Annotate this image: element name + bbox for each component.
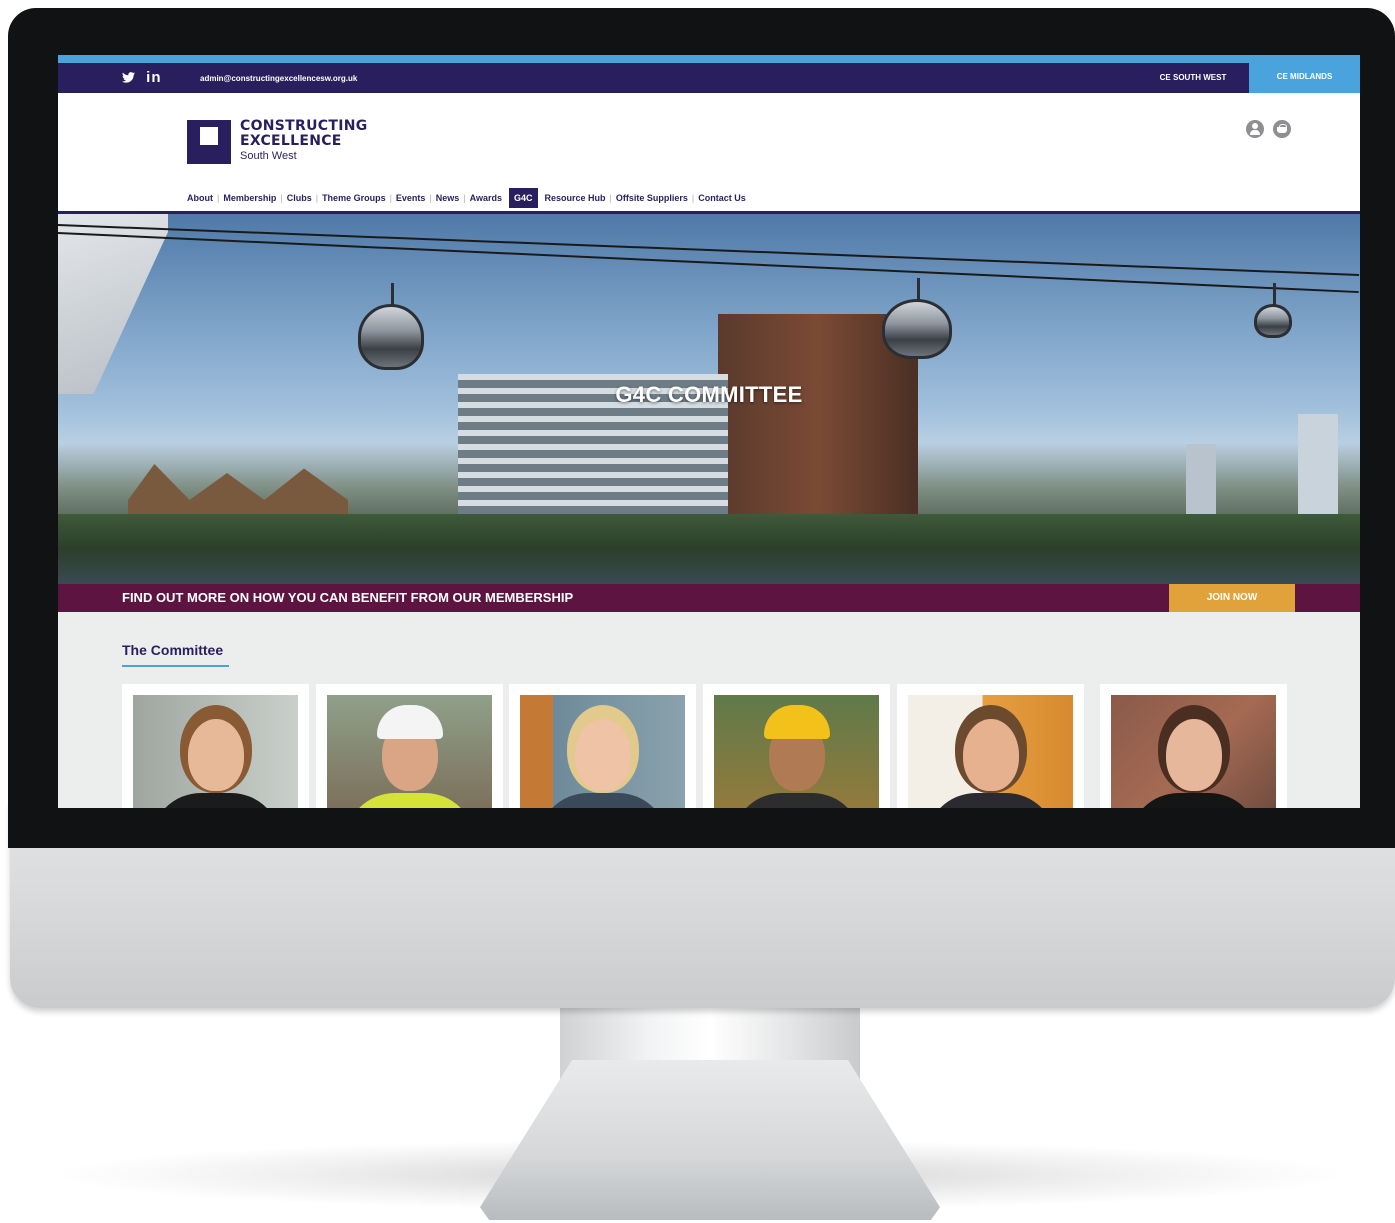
committee-underline — [122, 665, 229, 667]
member-photo — [520, 695, 685, 808]
member-shoulders — [150, 793, 281, 808]
nav-clubs[interactable]: Clubs — [283, 188, 316, 208]
member-photo — [133, 695, 298, 808]
member-face — [962, 719, 1019, 791]
member-shoulders — [344, 793, 475, 808]
join-now-button[interactable]: JOIN NOW — [1169, 584, 1295, 612]
nav-offsite-suppliers[interactable]: Offsite Suppliers — [612, 188, 692, 208]
nav-g4c[interactable]: G4C — [509, 188, 538, 208]
top-bar: in admin@constructingexcellencesw.org.uk… — [58, 55, 1360, 93]
logo-line-3: South West — [240, 150, 297, 162]
member-face — [1165, 719, 1222, 791]
social-links: in — [122, 69, 168, 86]
logo-text[interactable]: CONSTRUCTING EXCELLENCE South West — [240, 119, 368, 163]
nav-theme-groups[interactable]: Theme Groups — [318, 188, 390, 208]
nav-awards[interactable]: Awards — [466, 188, 506, 208]
logo-mark[interactable] — [187, 120, 231, 164]
website-screen: in admin@constructingexcellencesw.org.uk… — [58, 55, 1360, 808]
member-photo — [327, 695, 492, 808]
cable-line — [58, 224, 1360, 276]
nav-membership[interactable]: Membership — [219, 188, 280, 208]
gondola-left — [358, 283, 424, 370]
committee-card[interactable] — [122, 684, 309, 808]
member-face — [574, 719, 631, 791]
gondola-center — [882, 278, 952, 359]
cable-car-pylon — [58, 214, 168, 394]
committee-card[interactable] — [897, 684, 1084, 808]
region-ce-south-west[interactable]: CE SOUTH WEST — [1138, 63, 1248, 93]
member-shoulders — [537, 793, 668, 808]
trees-and-dock — [58, 514, 1360, 584]
member-shoulders — [925, 793, 1056, 808]
white-hardhat — [376, 705, 443, 739]
nav-resource-hub[interactable]: Resource Hub — [541, 188, 610, 208]
header-icons — [1246, 120, 1296, 143]
nav-contact-us[interactable]: Contact Us — [694, 188, 750, 208]
cart-icon[interactable] — [1273, 120, 1292, 138]
membership-band: FIND OUT MORE ON HOW YOU CAN BENEFIT FRO… — [58, 584, 1360, 612]
committee-card[interactable] — [703, 684, 890, 808]
user-icon[interactable] — [1246, 120, 1264, 138]
committee-card[interactable] — [316, 684, 503, 808]
membership-text: FIND OUT MORE ON HOW YOU CAN BENEFIT FRO… — [122, 590, 574, 605]
nav-about[interactable]: About — [187, 188, 217, 208]
hero-title: G4C COMMITTEE — [615, 382, 803, 407]
twitter-icon[interactable] — [122, 69, 140, 86]
committee-heading: The Committee — [122, 642, 224, 658]
member-shoulders — [731, 793, 862, 808]
admin-email-link[interactable]: admin@constructingexcellencesw.org.uk — [200, 74, 357, 83]
main-nav: About | Membership | Clubs | Theme Groups | … — [187, 188, 750, 208]
yellow-hardhat — [763, 705, 830, 739]
member-photo — [908, 695, 1073, 808]
gondola-right — [1254, 283, 1292, 338]
site-header: CONSTRUCTING EXCELLENCE South West About… — [58, 93, 1360, 211]
committee-section: The Committee — [58, 612, 1360, 808]
member-photo — [1111, 695, 1276, 808]
hero-banner: G4C COMMITTEE — [58, 214, 1360, 584]
logo-line-2: EXCELLENCE — [240, 133, 342, 149]
member-shoulders — [1128, 793, 1259, 808]
nav-events[interactable]: Events — [392, 188, 430, 208]
committee-card[interactable] — [509, 684, 696, 808]
cable-line — [58, 232, 1359, 294]
logo-line-1: CONSTRUCTING — [240, 118, 368, 134]
member-face — [187, 719, 244, 791]
linkedin-icon[interactable]: in — [146, 69, 161, 86]
nav-news[interactable]: News — [432, 188, 464, 208]
member-photo — [714, 695, 879, 808]
monitor-stand-base — [480, 1060, 940, 1220]
committee-card[interactable] — [1100, 684, 1287, 808]
region-ce-midlands[interactable]: CE MIDLANDS — [1249, 55, 1360, 93]
